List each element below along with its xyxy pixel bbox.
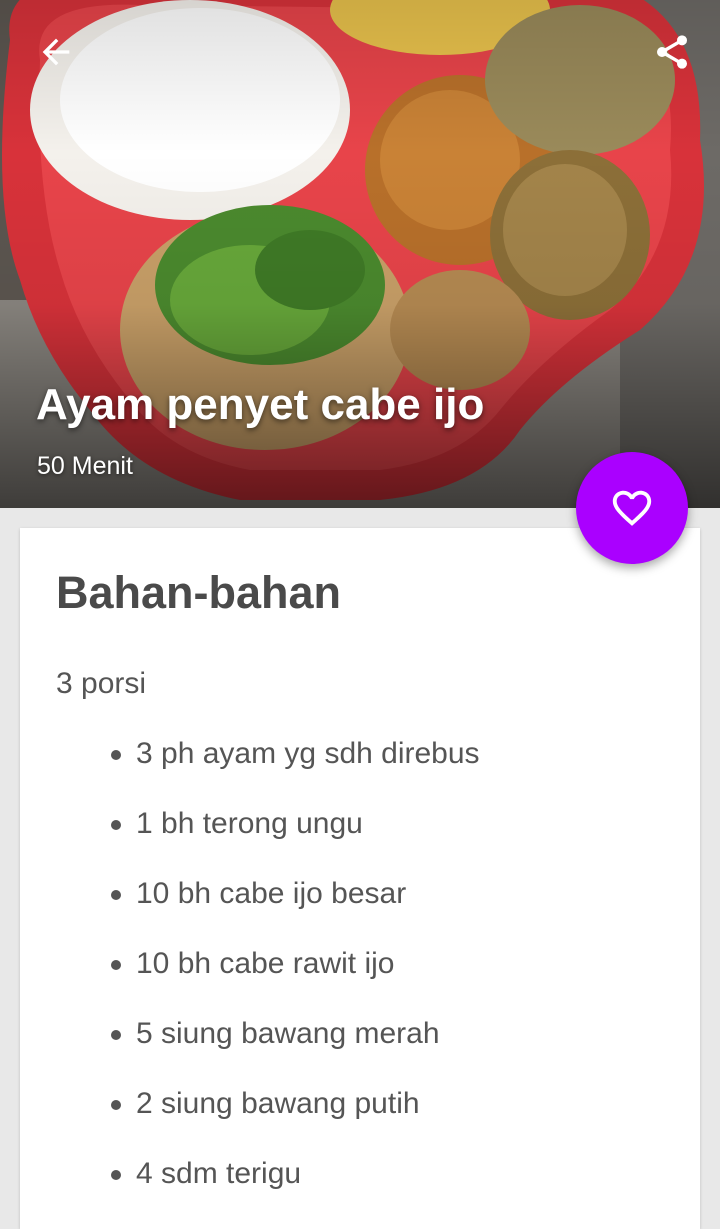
ingredient-text: 5 siung bawang merah [136,1017,440,1050]
ingredients-card: Bahan-bahan 3 porsi 3 ph ayam yg sdh dir… [20,528,700,1229]
share-icon [657,35,687,69]
ingredient-item: 4 sdm terigu [56,1154,664,1224]
ingredient-item: 10 bh cabe rawit ijo [56,944,664,1014]
bullet-icon [111,1030,121,1040]
ingredient-item: 10 bh cabe ijo besar [56,874,664,944]
bullet-icon [111,820,121,830]
bullet-icon [111,1170,121,1180]
ingredient-item: 2 siung bawang putih [56,1084,664,1154]
bullet-icon [111,1100,121,1110]
servings-count: 3 porsi [56,667,147,700]
ingredients-heading: Bahan-bahan [56,567,342,618]
ingredient-text: 1 bh terong ungu [136,807,363,840]
share-button[interactable] [644,24,700,80]
ingredients-list: 3 ph ayam yg sdh direbus 1 bh terong ung… [56,734,664,1224]
ingredient-text: 4 sdm terigu [136,1157,302,1190]
ingredient-text: 10 bh cabe ijo besar [136,877,407,910]
bullet-icon [111,750,121,760]
bullet-icon [111,960,121,970]
recipe-hero-image: Ayam penyet cabe ijo 50 Menit [0,0,720,508]
heart-outline-icon [612,490,652,526]
ingredient-item: 5 siung bawang merah [56,1014,664,1084]
back-button[interactable] [28,24,84,80]
ingredient-item: 1 bh terong ungu [56,804,664,874]
hero-gradient-overlay [0,0,720,508]
ingredient-text: 10 bh cabe rawit ijo [136,947,395,980]
recipe-title: Ayam penyet cabe ijo [36,380,485,429]
arrow-left-icon [42,38,70,66]
cook-time: 50 Menit [37,452,133,480]
bullet-icon [111,890,121,900]
ingredient-text: 3 ph ayam yg sdh direbus [136,737,480,770]
favorite-button[interactable] [576,452,688,564]
ingredient-item: 3 ph ayam yg sdh direbus [56,734,664,804]
ingredient-text: 2 siung bawang putih [136,1087,420,1120]
